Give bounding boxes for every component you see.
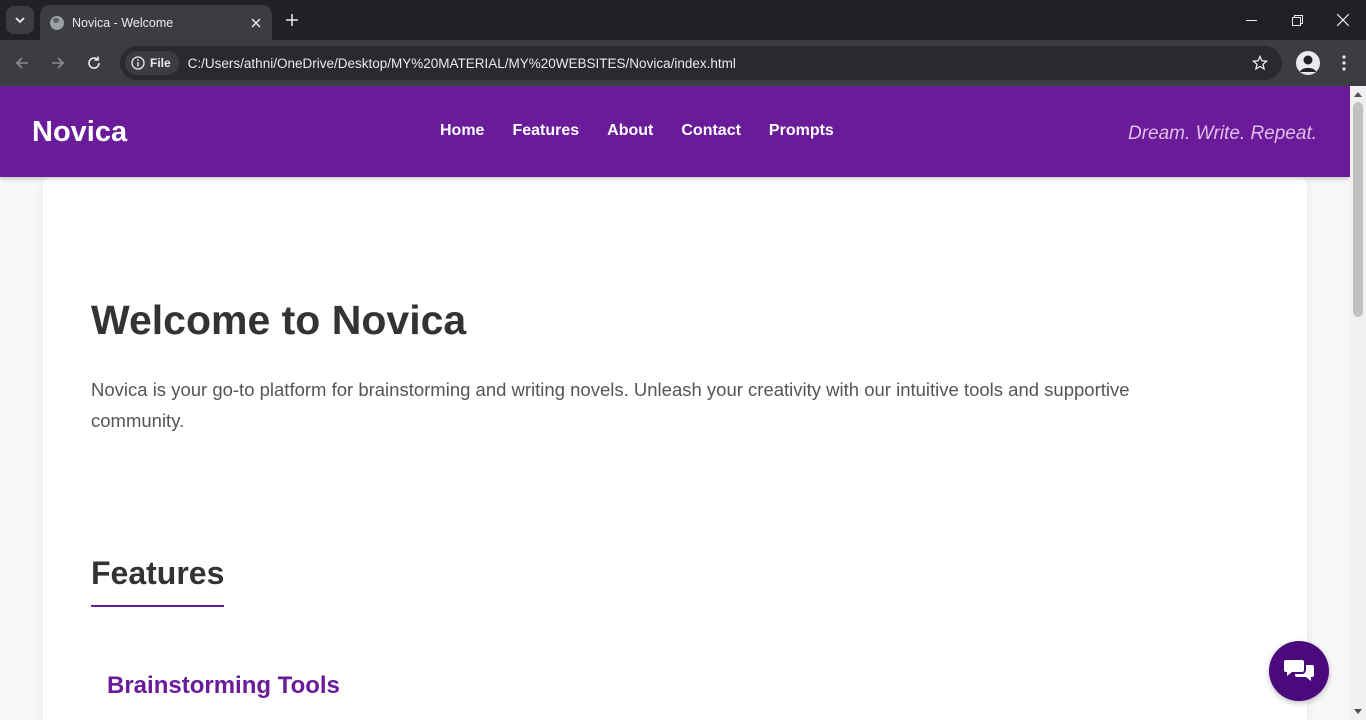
tagline: Dream. Write. Repeat.: [1128, 123, 1317, 144]
reload-button[interactable]: [80, 49, 108, 77]
kebab-icon: [1342, 55, 1346, 71]
new-tab-button[interactable]: [280, 8, 304, 32]
main-nav: Home Features About Contact Prompts: [440, 122, 834, 140]
page-viewport: Novica Home Features About Contact Promp…: [0, 86, 1350, 720]
page-scrollbar[interactable]: [1350, 86, 1366, 720]
nav-about-link[interactable]: About: [607, 122, 653, 140]
minimize-icon: [1245, 19, 1257, 21]
close-window-button[interactable]: [1320, 0, 1366, 40]
nav-features-link[interactable]: Features: [512, 122, 579, 140]
site-logo[interactable]: Novica: [32, 116, 127, 149]
globe-icon: [50, 15, 64, 30]
info-icon: [131, 56, 145, 70]
close-icon: [1337, 14, 1349, 26]
nav-contact-link[interactable]: Contact: [681, 122, 741, 140]
reload-icon: [88, 56, 100, 69]
close-icon: [251, 17, 261, 28]
forward-icon: [52, 57, 65, 69]
profile-button[interactable]: [1296, 51, 1320, 75]
tab-strip: Novica - Welcome: [0, 0, 1366, 40]
main-content: Welcome to Novica Novica is your go-to p…: [43, 177, 1307, 720]
hero-text: Novica is your go-to platform for brains…: [91, 379, 1130, 431]
profile-icon: [1300, 55, 1316, 72]
bookmark-button[interactable]: [1250, 53, 1270, 73]
nav-home-link[interactable]: Home: [440, 122, 484, 140]
chat-icon: [1284, 660, 1314, 681]
restore-button[interactable]: [1274, 0, 1320, 40]
scroll-down-arrow[interactable]: [1354, 709, 1362, 714]
site-info-chip[interactable]: File: [125, 51, 179, 75]
plus-icon: [286, 14, 298, 26]
active-tab[interactable]: Novica - Welcome: [40, 5, 272, 40]
scroll-up-arrow[interactable]: [1354, 92, 1362, 97]
tab-search-button[interactable]: [6, 6, 34, 34]
restore-icon: [1291, 14, 1303, 26]
minimize-button[interactable]: [1228, 0, 1274, 40]
star-icon: [1252, 55, 1268, 71]
forward-button[interactable]: [44, 49, 72, 77]
url-text: C:/Users/athni/OneDrive/Desktop/MY%20MAT…: [187, 55, 736, 71]
site-header: Novica Home Features About Contact Promp…: [0, 86, 1350, 177]
hero-title: Welcome to Novica: [91, 297, 467, 343]
back-icon: [15, 57, 28, 69]
address-bar[interactable]: File C:/Users/athni/OneDrive/Desktop/MY%…: [120, 46, 1282, 80]
tab-close-button[interactable]: [246, 13, 266, 33]
feature-title: Brainstorming Tools: [107, 672, 340, 699]
tab-title: Novica - Welcome: [72, 15, 174, 30]
back-button[interactable]: [8, 49, 36, 77]
scroll-thumb[interactable]: [1353, 102, 1363, 317]
features-title: Features: [91, 555, 225, 607]
chip-label: File: [150, 56, 171, 70]
browser-menu-button[interactable]: [1334, 51, 1354, 75]
browser-toolbar: File C:/Users/athni/OneDrive/Desktop/MY%…: [0, 40, 1366, 86]
nav-prompts-link[interactable]: Prompts: [769, 122, 834, 140]
chat-button[interactable]: [1269, 641, 1329, 701]
tab-search-icon: [15, 17, 25, 24]
